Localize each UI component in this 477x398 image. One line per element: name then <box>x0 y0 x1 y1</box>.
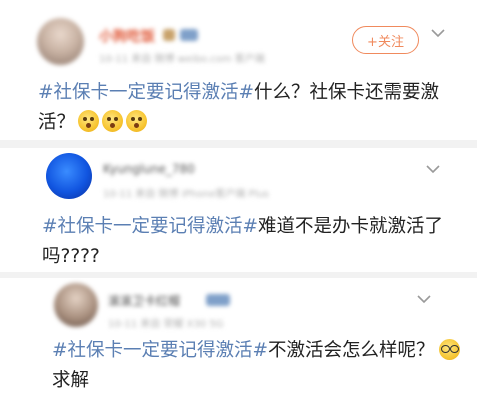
post-content: #社保卡一定要记得激活#难道不是办卡就激活了 吗???? <box>42 212 443 272</box>
hashtag-link[interactable]: #社保卡一定要记得激活# <box>52 340 268 361</box>
chevron-down-icon[interactable] <box>417 294 431 304</box>
astonished-emoji-icon <box>102 110 124 132</box>
level-badge-icon <box>180 29 198 41</box>
chevron-down-icon[interactable] <box>426 164 440 174</box>
hashtag-link[interactable]: #社保卡一定要记得激活# <box>42 216 258 237</box>
vip-badge-icon <box>163 29 175 41</box>
post-meta: 10-11 来自 微博 iPhone客户端 Plus <box>103 189 269 200</box>
post-text-line2: 活？ <box>38 112 76 133</box>
nerd-glasses-emoji-icon <box>438 339 460 360</box>
post-3: 滚滚卫卡红帽 10-11 来自 荣耀 X30 5G #社保卡一定要记得激活#不激… <box>0 278 477 398</box>
post-meta: 10-11 来自 微博 weibo.com 客户端 <box>99 54 265 65</box>
post-text: 什么？社保卡还需要激 <box>254 82 440 103</box>
astonished-emoji-icon <box>78 110 100 132</box>
post-username[interactable]: 小狗吃饭 <box>99 26 155 46</box>
post-2: Kyunglune_780 10-11 来自 微博 iPhone客户端 Plus… <box>0 148 477 278</box>
astonished-emoji-icon <box>126 110 148 132</box>
post-username[interactable]: 滚滚卫卡红帽 <box>108 292 180 309</box>
hashtag-link[interactable]: #社保卡一定要记得激活# <box>38 82 254 103</box>
divider <box>0 140 477 148</box>
follow-button-label: +关注 <box>367 34 404 50</box>
post-meta: 10-11 来自 荣耀 X30 5G <box>108 319 224 330</box>
post-1: 小狗吃饭 10-11 来自 微博 weibo.com 客户端 +关注 #社保卡一… <box>0 0 477 145</box>
post-content: #社保卡一定要记得激活#什么？社保卡还需要激 活？ <box>38 78 439 138</box>
post-content: #社保卡一定要记得激活#不激活会怎么样呢？ 求解 <box>52 336 460 396</box>
post-text-line2: 吗???? <box>42 246 100 267</box>
post-username[interactable]: Kyunglune_780 <box>103 162 195 176</box>
chevron-down-icon[interactable] <box>431 28 445 38</box>
avatar[interactable] <box>54 283 98 327</box>
avatar[interactable] <box>46 153 92 199</box>
avatar[interactable] <box>37 18 84 65</box>
post-text-line2: 求解 <box>52 370 90 391</box>
follow-button[interactable]: +关注 <box>352 26 419 54</box>
post-text: 难道不是办卡就激活了 <box>258 216 444 237</box>
post-text: 不激活会怎么样呢？ <box>268 340 435 361</box>
level-badge-icon <box>206 294 230 306</box>
